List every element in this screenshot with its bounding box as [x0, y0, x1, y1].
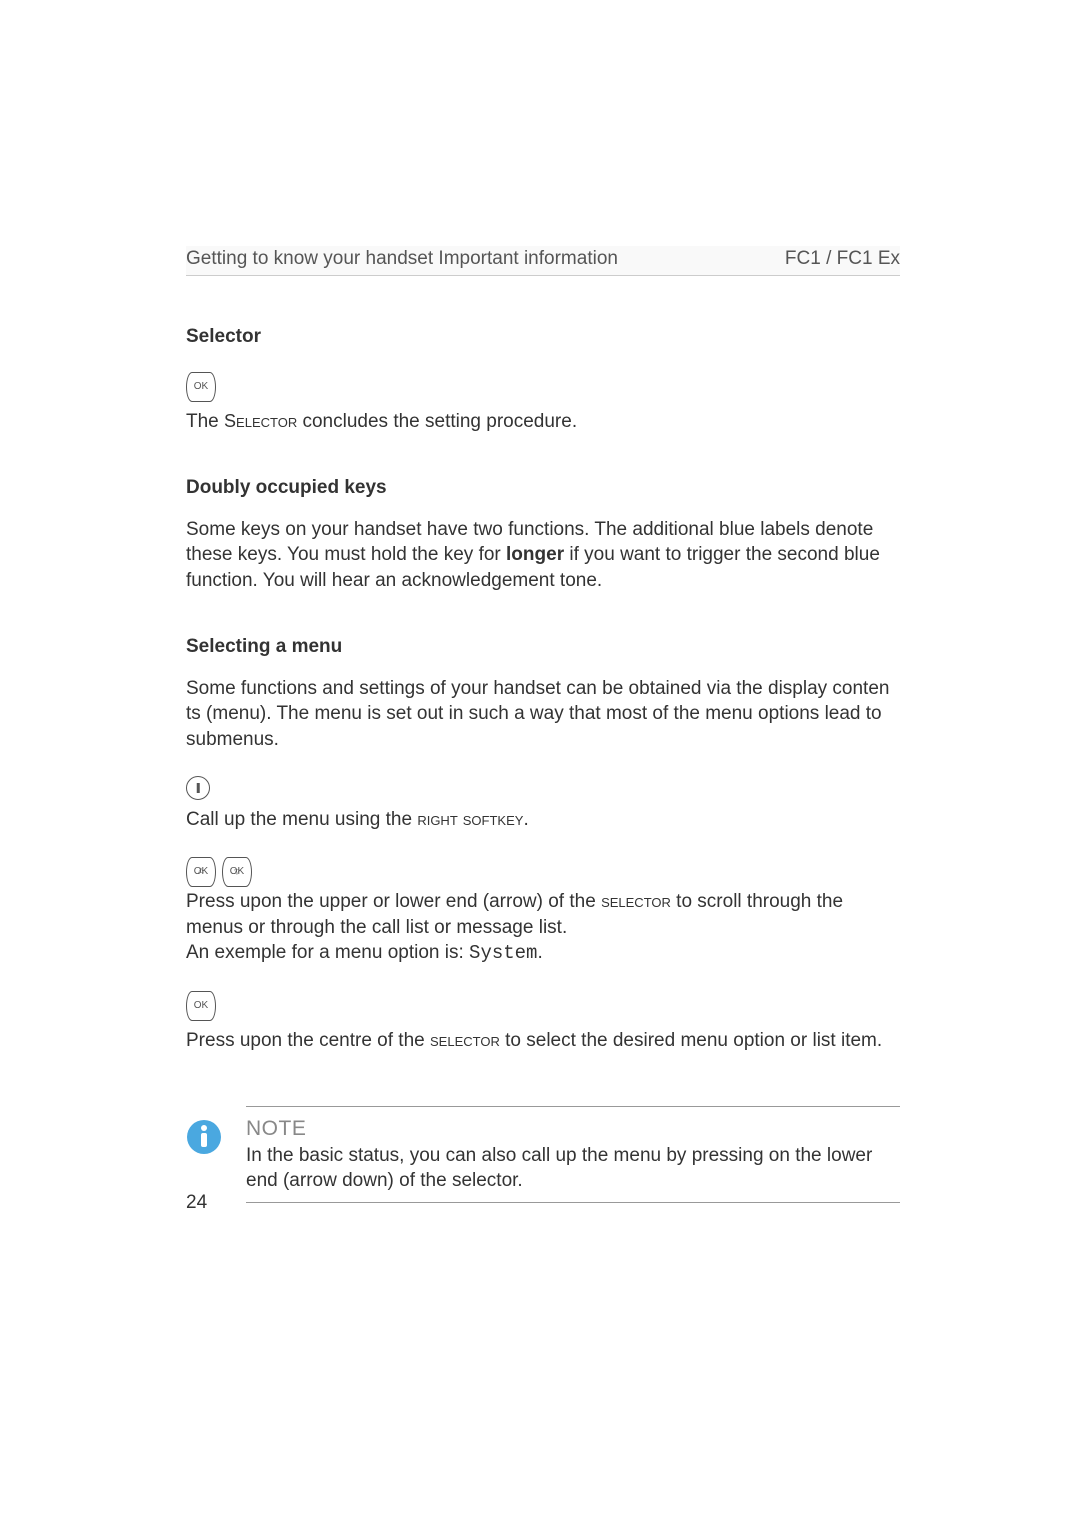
- ok-button-label: OK: [194, 372, 208, 402]
- ok-button-label: OK: [194, 991, 208, 1021]
- text-fragment: concludes the setting procedure.: [297, 411, 577, 432]
- text-fragment: Call up the menu using the: [186, 809, 417, 830]
- page-header: Getting to know your handset Important i…: [186, 246, 900, 276]
- text-fragment: .: [537, 942, 542, 963]
- ok-button-icon: OK: [186, 372, 216, 402]
- text-fragment: .: [523, 809, 528, 830]
- info-icon: [186, 1119, 222, 1203]
- doubly-paragraph: Some keys on your handset have two funct…: [186, 517, 900, 594]
- header-left: Getting to know your handset Important i…: [186, 248, 618, 270]
- text-fragment: Press upon the centre of the: [186, 1030, 430, 1051]
- ok-button-label: OK: [230, 857, 244, 887]
- selector-ok-icon-row: OK: [186, 372, 900, 407]
- note-body: In the basic status, you can also call u…: [246, 1143, 900, 1194]
- ok-up-icon: OK: [186, 857, 216, 887]
- center-text: Press upon the centre of the selector to…: [186, 1028, 900, 1054]
- note-content: NOTE In the basic status, you can also c…: [246, 1106, 900, 1203]
- selector-smallcaps: selector: [601, 891, 671, 911]
- heading-selector: Selector: [186, 326, 900, 348]
- note-label: NOTE: [246, 1117, 900, 1141]
- text-fragment: to select the desired menu option or lis…: [500, 1030, 882, 1051]
- doubly-bold: longer: [506, 544, 564, 565]
- updown-ok-icon-row: OK OK: [186, 857, 900, 887]
- ok-button-icon: OK: [186, 991, 216, 1021]
- text-fragment: Press upon the upper or lower end (arrow…: [186, 891, 601, 912]
- scroll-text: Press upon the upper or lower end (arrow…: [186, 889, 900, 967]
- selector-smallcaps: Selector: [224, 411, 297, 431]
- note-divider-top: [246, 1106, 900, 1107]
- note-divider-bottom: [246, 1202, 900, 1203]
- right-softkey-icon: [186, 776, 210, 800]
- selector-smallcaps: selector: [430, 1030, 500, 1050]
- note-block: NOTE In the basic status, you can also c…: [186, 1106, 900, 1203]
- ok-button-label: OK: [194, 857, 208, 887]
- softkey-icon-row: [186, 776, 900, 805]
- selector-description: The Selector concludes the setting proce…: [186, 409, 900, 435]
- ok-center-icon-row: OK: [186, 991, 900, 1026]
- header-right: FC1 / FC1 Ex: [785, 248, 900, 270]
- heading-doubly: Doubly occupied keys: [186, 477, 900, 499]
- heading-selecting: Selecting a menu: [186, 636, 900, 658]
- page-number: 24: [186, 1192, 207, 1214]
- example-mono: System: [469, 942, 537, 964]
- ok-down-icon: OK: [222, 857, 252, 887]
- callup-text: Call up the menu using the right softkey…: [186, 807, 900, 833]
- selecting-intro: Some functions and settings of your hand…: [186, 676, 900, 753]
- text-fragment: An exemple for a menu option is:: [186, 942, 469, 963]
- right-softkey-smallcaps: right softkey: [417, 809, 523, 829]
- text-fragment: The: [186, 411, 224, 432]
